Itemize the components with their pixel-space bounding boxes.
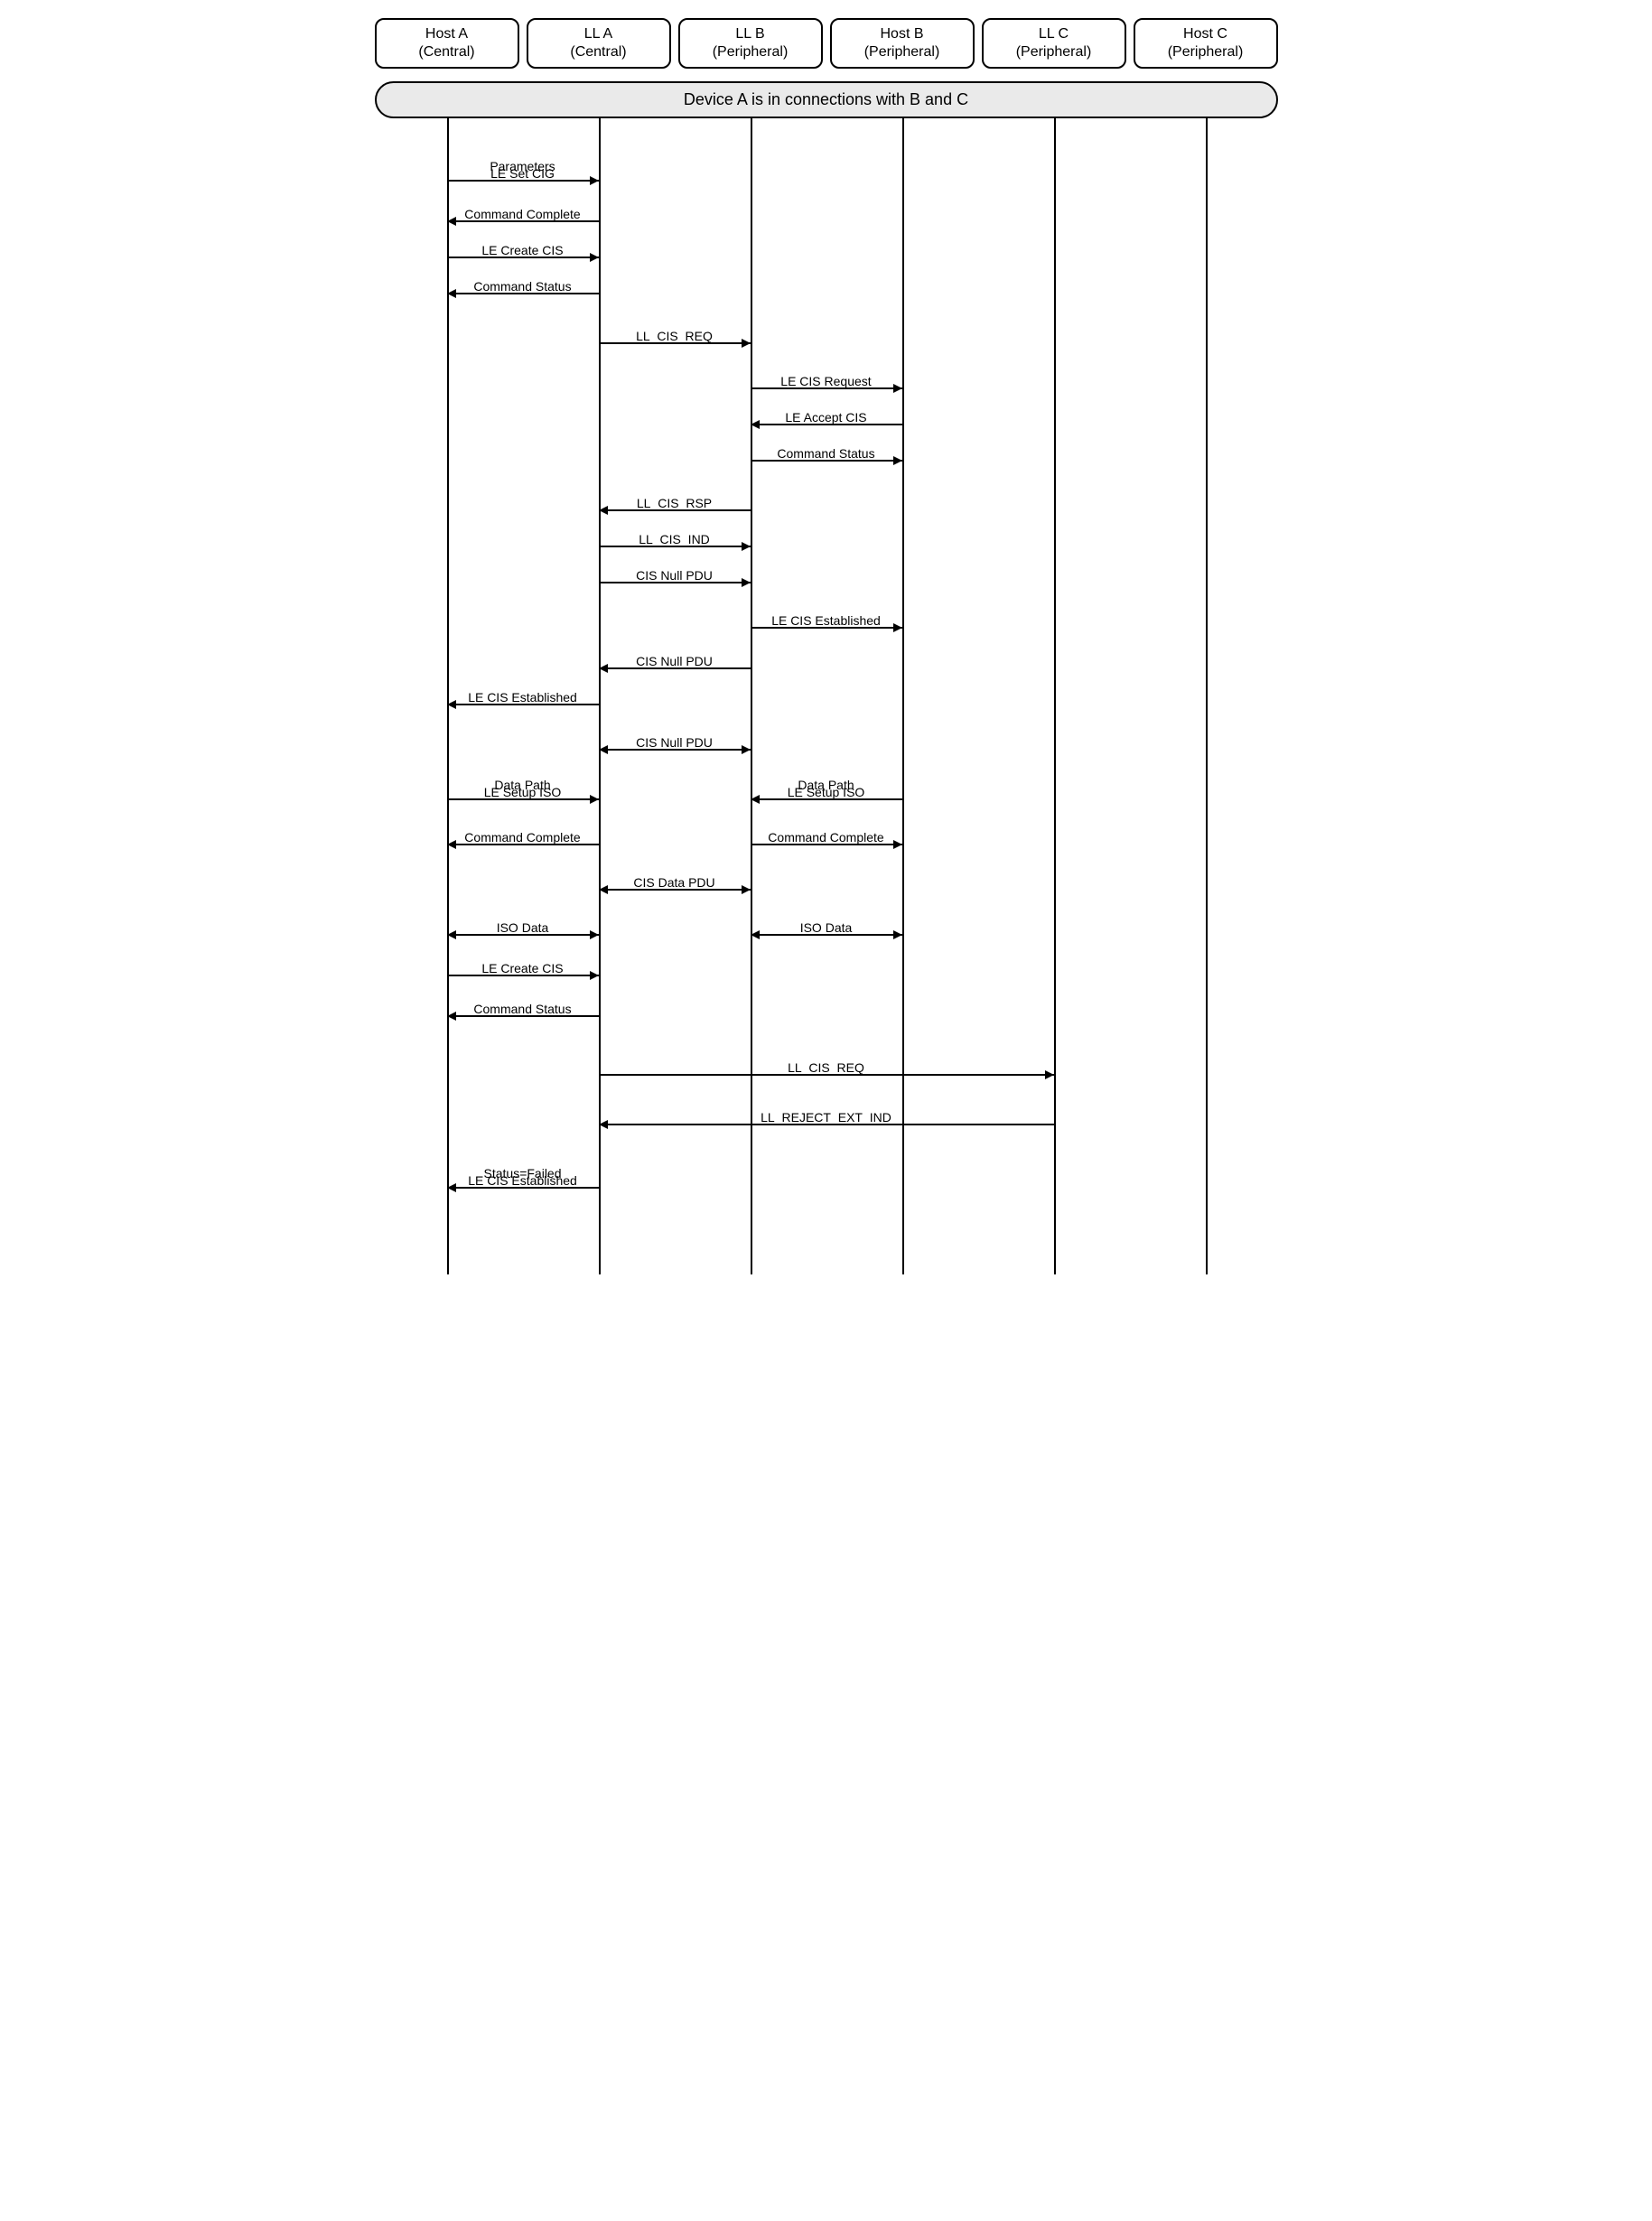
message-0: LE Set CIGParameters: [447, 150, 599, 186]
message-16: LE Setup ISOData Path: [751, 769, 902, 805]
lifeline-4: [1054, 118, 1056, 1274]
lifeline-5: [1206, 118, 1208, 1274]
message-15: LE Setup ISOData Path: [447, 769, 599, 805]
participant-name: Host B: [835, 25, 969, 43]
message-14: CIS Null PDU: [599, 728, 751, 755]
participant-2: LL B(Peripheral): [678, 18, 823, 69]
message-label-2: Data Path: [447, 778, 599, 792]
message-17: Command Complete: [447, 823, 599, 850]
participant-0: Host A(Central): [375, 18, 519, 69]
participant-3: Host B(Peripheral): [830, 18, 975, 69]
message-18: Command Complete: [751, 823, 902, 850]
lifeline-2: [751, 118, 752, 1274]
participants-row: Host A(Central)LL A(Central)LL B(Periphe…: [375, 18, 1278, 69]
sequence-diagram: Host A(Central)LL A(Central)LL B(Periphe…: [375, 18, 1278, 1274]
message-24: LL_CIS_REQ: [599, 1053, 1054, 1080]
participant-name: Host C: [1139, 25, 1273, 43]
message-4: LL_CIS_REQ: [599, 322, 751, 349]
message-label-2: Data Path: [751, 778, 902, 792]
message-26: LE CIS EstablishedStatus=Failed: [447, 1157, 599, 1193]
message-7: Command Status: [751, 439, 902, 466]
participant-name: Host A: [380, 25, 514, 43]
message-13: LE CIS Established: [447, 683, 599, 710]
lifeline-1: [599, 118, 601, 1274]
message-25: LL_REJECT_EXT_IND: [599, 1103, 1054, 1130]
state-banner: Device A is in connections with B and C: [375, 81, 1278, 118]
lifeline-3: [902, 118, 904, 1274]
message-12: CIS Null PDU: [599, 647, 751, 674]
participant-name: LL A: [532, 25, 666, 43]
message-1: Command Complete: [447, 200, 599, 227]
participant-role: (Peripheral): [835, 43, 969, 61]
message-23: Command Status: [447, 994, 599, 1022]
message-label-2: Parameters: [447, 159, 599, 173]
participant-name: LL B: [684, 25, 817, 43]
message-21: ISO Data: [751, 913, 902, 940]
participant-role: (Central): [532, 43, 666, 61]
message-11: LE CIS Established: [751, 606, 902, 633]
message-label-2: Status=Failed: [447, 1166, 599, 1180]
message-19: CIS Data PDU: [599, 868, 751, 895]
participant-role: (Central): [380, 43, 514, 61]
message-5: LE CIS Request: [751, 367, 902, 394]
message-8: LL_CIS_RSP: [599, 489, 751, 516]
message-6: LE Accept CIS: [751, 403, 902, 430]
participant-4: LL C(Peripheral): [982, 18, 1126, 69]
message-3: Command Status: [447, 272, 599, 299]
message-2: LE Create CIS: [447, 236, 599, 263]
message-9: LL_CIS_IND: [599, 525, 751, 552]
participant-1: LL A(Central): [527, 18, 671, 69]
sequence-area: LE Set CIGParameters Command Complete LE C…: [375, 118, 1278, 1274]
participant-role: (Peripheral): [684, 43, 817, 61]
message-20: ISO Data: [447, 913, 599, 940]
participant-5: Host C(Peripheral): [1134, 18, 1278, 69]
participant-role: (Peripheral): [1139, 43, 1273, 61]
participant-name: LL C: [987, 25, 1121, 43]
message-22: LE Create CIS: [447, 954, 599, 981]
participant-role: (Peripheral): [987, 43, 1121, 61]
message-10: CIS Null PDU: [599, 561, 751, 588]
